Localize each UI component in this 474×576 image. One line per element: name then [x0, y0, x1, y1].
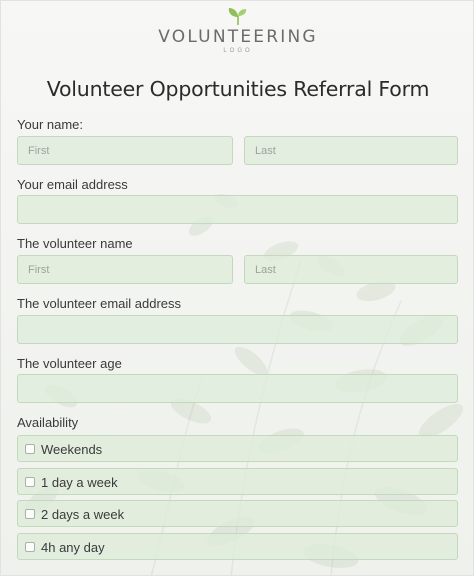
- availability-option-label: 4h any day: [41, 540, 105, 555]
- referral-form-page: VOLUNTEERING LOGO Volunteer Opportunitie…: [0, 0, 474, 576]
- volunteer-first-name-field: [17, 255, 233, 284]
- volunteer-last-name-input[interactable]: [245, 256, 457, 283]
- form-title: Volunteer Opportunities Referral Form: [46, 77, 430, 101]
- checkbox[interactable]: [25, 477, 35, 487]
- your-email-label: Your email address: [17, 177, 128, 192]
- checkbox[interactable]: [25, 509, 35, 519]
- availability-option-weekends[interactable]: Weekends: [17, 435, 458, 462]
- checkbox[interactable]: [25, 444, 35, 454]
- your-first-name-field: [17, 136, 233, 165]
- logo-subtext: LOGO: [223, 48, 253, 54]
- availability-option-label: 2 days a week: [41, 507, 125, 522]
- your-email-input[interactable]: [18, 196, 457, 223]
- volunteer-email-input[interactable]: [18, 316, 457, 343]
- availability-option-label: Weekends: [41, 442, 103, 457]
- your-name-label: Your name:: [17, 117, 84, 132]
- volunteer-age-field: [17, 374, 458, 403]
- volunteer-age-input[interactable]: [18, 375, 457, 402]
- your-last-name-field: [244, 136, 458, 165]
- volunteer-first-name-input[interactable]: [18, 256, 232, 283]
- availability-option-1-day[interactable]: 1 day a week: [17, 468, 458, 495]
- your-last-name-input[interactable]: [245, 137, 457, 164]
- volunteer-email-label: The volunteer email address: [17, 296, 182, 311]
- volunteer-name-label: The volunteer name: [17, 236, 133, 251]
- volunteer-email-field: [17, 315, 458, 344]
- logo-wordmark: VOLUNTEERING: [158, 27, 318, 47]
- brand-logo: VOLUNTEERING LOGO: [1, 7, 473, 55]
- availability-option-2-days[interactable]: 2 days a week: [17, 500, 458, 527]
- volunteer-last-name-field: [244, 255, 458, 284]
- availability-option-label: 1 day a week: [41, 475, 118, 490]
- your-email-field: [17, 195, 458, 224]
- sprout-icon: [228, 8, 247, 25]
- checkbox[interactable]: [25, 542, 35, 552]
- your-first-name-input[interactable]: [18, 137, 232, 164]
- availability-label: Availability: [17, 415, 79, 430]
- availability-option-4h[interactable]: 4h any day: [17, 533, 458, 560]
- volunteer-age-label: The volunteer age: [17, 356, 122, 371]
